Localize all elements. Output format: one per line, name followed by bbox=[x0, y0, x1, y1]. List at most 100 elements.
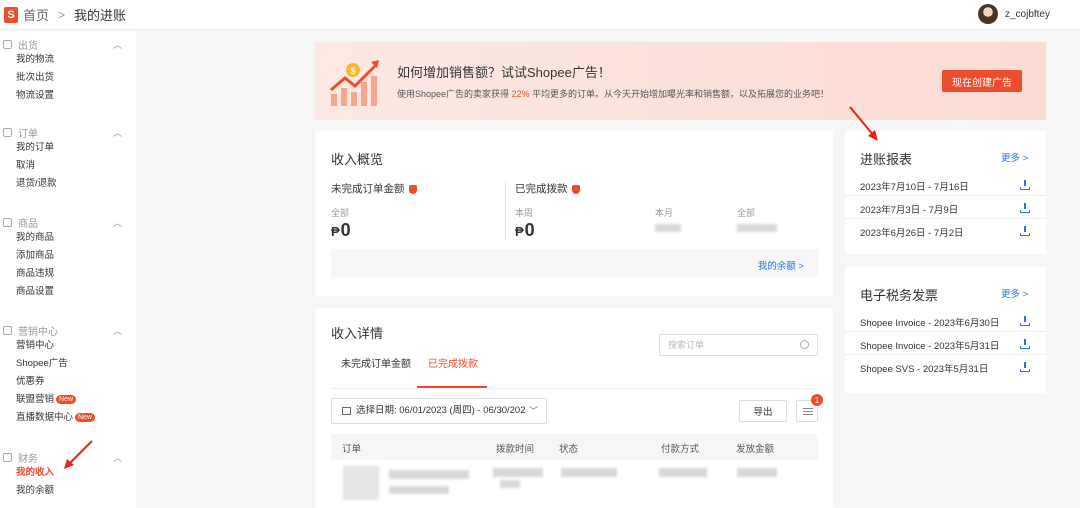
banner-desc-highlight: 22% bbox=[511, 89, 530, 99]
pending-value-text: 0 bbox=[340, 220, 351, 240]
chevron-down-icon[interactable]: ﹀ bbox=[524, 399, 538, 423]
sidebar-item-my-balance[interactable]: 我的余额 bbox=[0, 482, 136, 500]
invoices-more-link[interactable]: 更多 > bbox=[1001, 286, 1028, 300]
column-payout-amount: 发放金额 bbox=[736, 444, 775, 455]
export-button[interactable]: 导出 bbox=[739, 400, 787, 422]
shield-icon[interactable] bbox=[408, 184, 417, 194]
sidebar-item-affiliate[interactable]: 联盟营销 New bbox=[0, 391, 136, 409]
download-icon[interactable] bbox=[1020, 180, 1030, 190]
user-menu[interactable]: z_cojbftey bbox=[977, 4, 1050, 24]
breadcrumb-separator: > bbox=[58, 7, 66, 22]
list-item: Shopee SVS - 2023年5月31日 bbox=[845, 356, 1046, 378]
sidebar-item-cancellations[interactable]: 取消 bbox=[0, 157, 136, 175]
sidebar-group-header[interactable]: 商品 ︿ bbox=[0, 215, 136, 230]
release-time-blurred bbox=[493, 468, 543, 477]
list-item: Shopee Invoice - 2023年6月30日 bbox=[845, 310, 1046, 332]
all-label: 全部 bbox=[737, 208, 756, 218]
order-meta-blurred bbox=[389, 486, 449, 494]
wallet-icon bbox=[3, 452, 12, 462]
sidebar-group-marketing: 营销中心 ︿ 营销中心 Shopee广告 优惠券 联盟营销 New 直播数据中心 Ne… bbox=[0, 323, 136, 427]
chevron-up-icon[interactable]: ︿ bbox=[113, 324, 122, 337]
calendar-icon bbox=[342, 407, 351, 415]
avatar[interactable] bbox=[977, 4, 998, 24]
create-ad-button[interactable]: 现在创建广告 bbox=[942, 70, 1022, 92]
clipboard-icon bbox=[3, 127, 12, 137]
column-order: 订单 bbox=[342, 444, 362, 455]
sidebar-item-add-product[interactable]: 添加商品 bbox=[0, 247, 136, 265]
sidebar-item-product-violations[interactable]: 商品违规 bbox=[0, 265, 136, 283]
download-icon[interactable] bbox=[1020, 339, 1030, 349]
chevron-up-icon[interactable]: ︿ bbox=[113, 451, 122, 464]
report-period: 2023年6月26日 - 7月2日 bbox=[860, 228, 964, 239]
chevron-up-icon[interactable]: ︿ bbox=[113, 126, 122, 139]
banner-title: 如何增加销售额？试试Shopee广告！ bbox=[397, 65, 611, 80]
list-item: 2023年7月10日 - 7月16日 bbox=[845, 174, 1046, 196]
sidebar-item-vouchers[interactable]: 优惠券 bbox=[0, 373, 136, 391]
tab-pending[interactable]: 未完成订单金额 bbox=[341, 355, 411, 370]
sidebar-item-returns[interactable]: 退货/退款 bbox=[0, 175, 136, 193]
sidebar-item-product-settings[interactable]: 商品设置 bbox=[0, 283, 136, 301]
sidebar-item-batch-ship[interactable]: 批次出货 bbox=[0, 69, 136, 87]
sidebar-item-shopee-ads[interactable]: Shopee广告 bbox=[0, 355, 136, 373]
shopee-logo[interactable]: S bbox=[4, 6, 18, 23]
list-item: Shopee Invoice - 2023年5月31日 bbox=[845, 333, 1046, 355]
new-badge: New bbox=[56, 394, 77, 404]
notification-badge: 1 bbox=[811, 394, 823, 406]
sidebar-group-title: 出货 bbox=[18, 40, 38, 52]
list-icon-line bbox=[803, 414, 813, 415]
week-label: 本周 bbox=[515, 208, 534, 218]
search-placeholder: 搜索订单 bbox=[668, 340, 705, 350]
chevron-up-icon[interactable]: ︿ bbox=[113, 38, 122, 51]
shield-icon[interactable] bbox=[571, 184, 580, 194]
sidebar-group-title: 营销中心 bbox=[18, 326, 58, 338]
invoice-name: Shopee Invoice - 2023年6月30日 bbox=[860, 318, 1000, 329]
username[interactable]: z_cojbftey bbox=[1005, 9, 1050, 20]
date-range-text: 选择日期: 06/01/2023 (周四) - 06/30/2023 bbox=[356, 405, 531, 416]
invoice-name: Shopee SVS - 2023年5月31日 bbox=[860, 364, 989, 375]
banner-desc-text: 平均更多的订单。从今天开始增加曝光率和销售额，以及拓展您的业务吧！ bbox=[529, 89, 830, 99]
sidebar-group-header[interactable]: 营销中心 ︿ bbox=[0, 323, 136, 338]
reports-title: 进账报表 bbox=[860, 152, 913, 167]
report-period: 2023年7月10日 - 7月16日 bbox=[860, 182, 969, 193]
download-icon[interactable] bbox=[1020, 203, 1030, 213]
sidebar-group-header[interactable]: 订单 ︿ bbox=[0, 125, 136, 140]
released-label-text: 已完成拨款 bbox=[515, 183, 568, 195]
sidebar-group-title: 财务 bbox=[18, 453, 38, 465]
invoices-title: 电子税务发票 bbox=[860, 288, 939, 303]
sidebar-item-live-data[interactable]: 直播数据中心 New bbox=[0, 409, 136, 427]
download-icon[interactable] bbox=[1020, 226, 1030, 236]
income-overview-card: 收入概览 未完成订单金额 全部 ₱0 已完成拨款 本周 ₱0 本月 全部 我的余… bbox=[315, 131, 833, 296]
month-label: 本月 bbox=[655, 208, 674, 218]
sidebar-item-my-products[interactable]: 我的商品 bbox=[0, 229, 136, 247]
breadcrumb-home[interactable]: 首页 bbox=[23, 5, 49, 24]
banner-desc-text: 使用Shopee广告的卖家获得 bbox=[397, 89, 512, 99]
search-icon[interactable] bbox=[800, 340, 809, 349]
sidebar-item-my-logistics[interactable]: 我的物流 bbox=[0, 51, 136, 69]
annotation-arrow-icon bbox=[64, 440, 93, 469]
date-range-picker[interactable]: 选择日期: 06/01/2023 (周四) - 06/30/2023 ﹀ bbox=[331, 398, 547, 424]
breadcrumb-current: 我的进账 bbox=[74, 8, 127, 23]
list-icon bbox=[803, 408, 813, 409]
week-value-text: 0 bbox=[524, 220, 535, 240]
sidebar-item-marketing-centre[interactable]: 营销中心 bbox=[0, 337, 136, 355]
tab-released[interactable]: 已完成拨款 bbox=[428, 355, 478, 370]
order-search-input[interactable]: 搜索订单 bbox=[659, 334, 818, 356]
sidebar-item-my-orders[interactable]: 我的订单 bbox=[0, 139, 136, 157]
chevron-up-icon[interactable]: ︿ bbox=[113, 216, 122, 229]
column-payment-method: 付款方式 bbox=[661, 444, 700, 455]
sidebar-group-shipping: 出货 ︿ 我的物流 批次出货 物流设置 bbox=[0, 37, 136, 105]
payment-method-blurred bbox=[659, 468, 707, 477]
sidebar-item-logistics-settings[interactable]: 物流设置 bbox=[0, 87, 136, 105]
top-bar: S 首页 > 我的进账 z_cojbftey bbox=[0, 0, 1080, 30]
download-icon[interactable] bbox=[1020, 362, 1030, 372]
report-period: 2023年7月3日 - 7月9日 bbox=[860, 205, 959, 216]
column-release-time: 拨款时间 bbox=[496, 444, 535, 455]
currency-symbol: ₱ bbox=[515, 224, 524, 239]
reports-more-link[interactable]: 更多 > bbox=[1001, 150, 1028, 164]
download-icon[interactable] bbox=[1020, 316, 1030, 326]
release-time-blurred bbox=[500, 480, 520, 488]
all-amount-blurred bbox=[737, 224, 777, 232]
sidebar-group-header[interactable]: 出货 ︿ bbox=[0, 37, 136, 52]
tag-icon bbox=[3, 325, 12, 335]
my-balance-link[interactable]: 我的余额 > bbox=[758, 258, 804, 272]
